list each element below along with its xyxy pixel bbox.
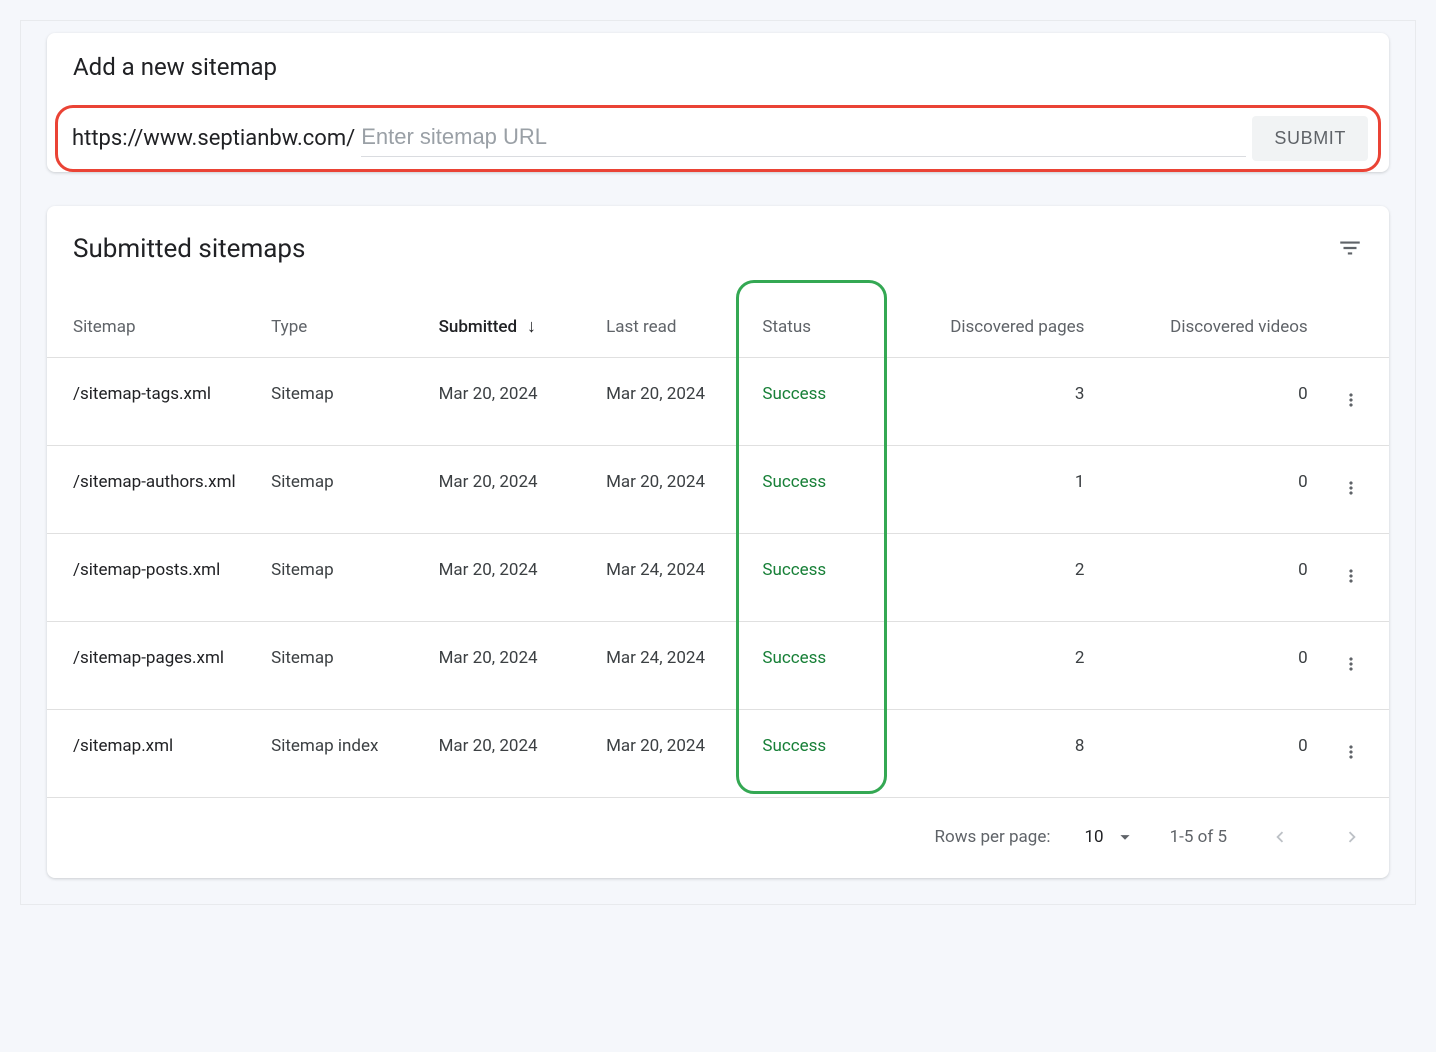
cell-submitted: Mar 20, 2024 xyxy=(427,534,594,622)
sort-arrow-down-icon: ↓ xyxy=(527,316,536,337)
cell-submitted: Mar 20, 2024 xyxy=(427,358,594,446)
more-vert-icon xyxy=(1341,390,1361,413)
add-sitemap-card: Add a new sitemap https://www.septianbw.… xyxy=(47,33,1389,172)
add-sitemap-input-highlight: https://www.septianbw.com/ SUBMIT xyxy=(55,105,1381,172)
row-more-button[interactable] xyxy=(1335,384,1367,419)
cell-sitemap: /sitemap-authors.xml xyxy=(47,446,259,534)
cell-videos: 0 xyxy=(1096,710,1319,798)
page-range: 1-5 of 5 xyxy=(1170,827,1227,847)
cell-status: Success xyxy=(750,622,873,710)
cell-pages: 8 xyxy=(873,710,1096,798)
cell-status: Success xyxy=(750,534,873,622)
submitted-sitemaps-title: Submitted sitemaps xyxy=(73,234,305,264)
add-sitemap-title: Add a new sitemap xyxy=(73,53,1363,81)
url-prefix: https://www.septianbw.com/ xyxy=(72,126,355,151)
filter-icon[interactable] xyxy=(1337,235,1363,264)
cell-last-read: Mar 20, 2024 xyxy=(594,358,750,446)
cell-submitted: Mar 20, 2024 xyxy=(427,710,594,798)
table-row[interactable]: /sitemap-tags.xmlSitemapMar 20, 2024Mar … xyxy=(47,358,1389,446)
dropdown-icon xyxy=(1114,826,1136,848)
more-vert-icon xyxy=(1341,742,1361,765)
cell-sitemap: /sitemap-tags.xml xyxy=(47,358,259,446)
chevron-left-icon xyxy=(1269,826,1291,848)
table-row[interactable]: /sitemap-authors.xmlSitemapMar 20, 2024M… xyxy=(47,446,1389,534)
cell-type: Sitemap xyxy=(259,622,426,710)
table-row[interactable]: /sitemap-posts.xmlSitemapMar 20, 2024Mar… xyxy=(47,534,1389,622)
cell-type: Sitemap xyxy=(259,358,426,446)
cell-last-read: Mar 24, 2024 xyxy=(594,534,750,622)
col-last-read[interactable]: Last read xyxy=(594,286,750,358)
cell-submitted: Mar 20, 2024 xyxy=(427,446,594,534)
more-vert-icon xyxy=(1341,654,1361,677)
rows-per-page-select[interactable]: 10 xyxy=(1084,826,1135,848)
cell-type: Sitemap index xyxy=(259,710,426,798)
col-status[interactable]: Status xyxy=(750,286,873,358)
col-type[interactable]: Type xyxy=(259,286,426,358)
cell-last-read: Mar 20, 2024 xyxy=(594,446,750,534)
cell-pages: 3 xyxy=(873,358,1096,446)
cell-status: Success xyxy=(750,446,873,534)
cell-sitemap: /sitemap.xml xyxy=(47,710,259,798)
cell-videos: 0 xyxy=(1096,358,1319,446)
row-more-button[interactable] xyxy=(1335,736,1367,771)
cell-sitemap: /sitemap-pages.xml xyxy=(47,622,259,710)
table-row[interactable]: /sitemap.xmlSitemap indexMar 20, 2024Mar… xyxy=(47,710,1389,798)
sitemaps-table: Sitemap Type Submitted↓ Last read Status… xyxy=(47,286,1389,878)
prev-page-button[interactable] xyxy=(1261,818,1299,856)
cell-sitemap: /sitemap-posts.xml xyxy=(47,534,259,622)
cell-type: Sitemap xyxy=(259,534,426,622)
next-page-button[interactable] xyxy=(1333,818,1371,856)
col-sitemap[interactable]: Sitemap xyxy=(47,286,259,358)
cell-type: Sitemap xyxy=(259,446,426,534)
cell-pages: 2 xyxy=(873,622,1096,710)
cell-videos: 0 xyxy=(1096,534,1319,622)
col-videos[interactable]: Discovered videos xyxy=(1096,286,1319,358)
cell-pages: 2 xyxy=(873,534,1096,622)
cell-videos: 0 xyxy=(1096,622,1319,710)
rows-per-page-label: Rows per page: xyxy=(935,827,1051,847)
row-more-button[interactable] xyxy=(1335,560,1367,595)
table-pager: Rows per page: 10 1-5 of 5 xyxy=(73,818,1371,856)
more-vert-icon xyxy=(1341,478,1361,501)
cell-pages: 1 xyxy=(873,446,1096,534)
cell-status: Success xyxy=(750,710,873,798)
chevron-right-icon xyxy=(1341,826,1363,848)
cell-status: Success xyxy=(750,358,873,446)
cell-last-read: Mar 24, 2024 xyxy=(594,622,750,710)
col-submitted[interactable]: Submitted↓ xyxy=(427,286,594,358)
row-more-button[interactable] xyxy=(1335,648,1367,683)
col-pages[interactable]: Discovered pages xyxy=(873,286,1096,358)
cell-videos: 0 xyxy=(1096,446,1319,534)
submitted-sitemaps-card: Submitted sitemaps Sitemap Type Submitte… xyxy=(47,206,1389,878)
sitemap-url-input[interactable] xyxy=(361,120,1246,157)
submit-button[interactable]: SUBMIT xyxy=(1252,116,1368,161)
table-row[interactable]: /sitemap-pages.xmlSitemapMar 20, 2024Mar… xyxy=(47,622,1389,710)
row-more-button[interactable] xyxy=(1335,472,1367,507)
more-vert-icon xyxy=(1341,566,1361,589)
cell-submitted: Mar 20, 2024 xyxy=(427,622,594,710)
cell-last-read: Mar 20, 2024 xyxy=(594,710,750,798)
